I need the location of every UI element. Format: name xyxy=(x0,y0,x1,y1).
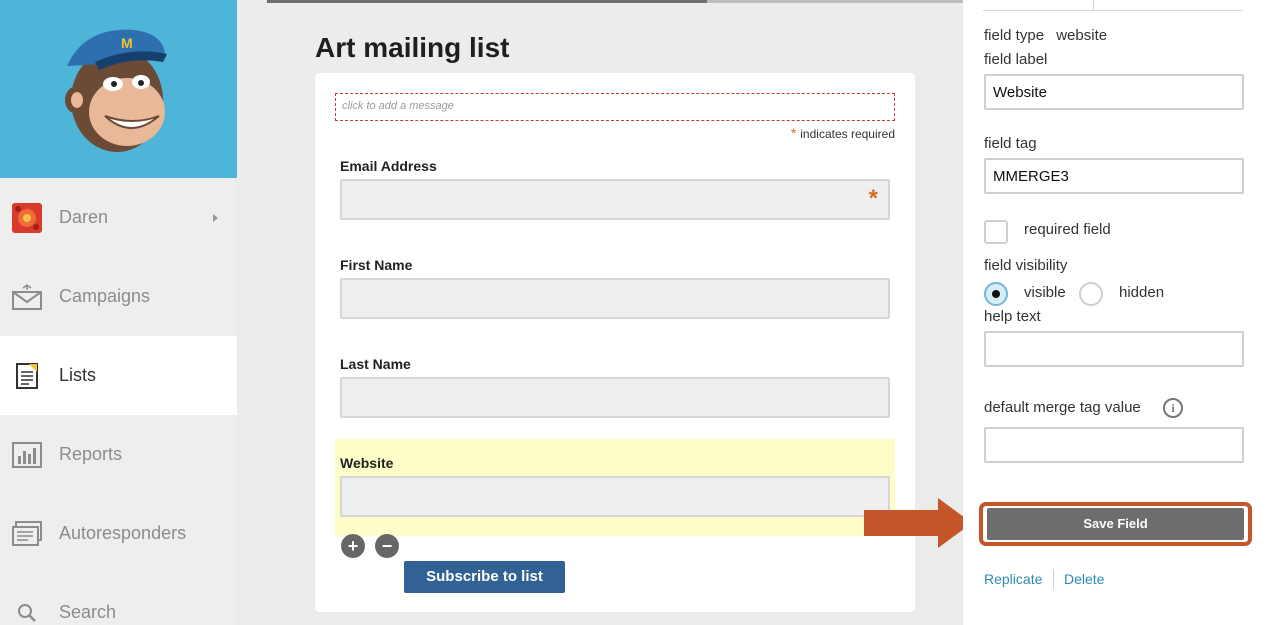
save-field-button[interactable]: Save Field xyxy=(987,508,1244,540)
sidebar-item-campaigns[interactable]: Campaigns xyxy=(0,257,237,336)
sidebar-item-autoresponders[interactable]: Autoresponders xyxy=(0,494,237,573)
sidebar-item-label: Reports xyxy=(59,444,123,464)
visible-label: visible xyxy=(1024,284,1066,301)
hidden-radio[interactable] xyxy=(1079,282,1103,306)
last-name-input[interactable] xyxy=(340,377,890,418)
required-field-label: required field xyxy=(1024,221,1111,238)
envelope-icon xyxy=(12,282,42,312)
form-field-website[interactable]: Website xyxy=(335,439,895,536)
field-label: First Name xyxy=(340,257,413,273)
field-label: Website xyxy=(340,455,394,471)
svg-text:M: M xyxy=(121,35,133,51)
website-input[interactable] xyxy=(340,476,890,517)
signup-form-preview: click to add a message * indicates requir… xyxy=(315,73,915,612)
message-placeholder[interactable]: click to add a message xyxy=(335,93,895,121)
sidebar-item-reports[interactable]: Reports xyxy=(0,415,237,494)
field-type-value: website xyxy=(1056,27,1108,44)
sidebar-item-label: Daren xyxy=(59,207,109,227)
email-input[interactable]: * xyxy=(340,179,890,220)
list-document-icon xyxy=(12,361,42,391)
replicate-link[interactable]: Replicate xyxy=(984,571,1042,587)
delete-link[interactable]: Delete xyxy=(1064,571,1104,587)
sidebar-item-label: Search xyxy=(59,602,117,622)
visible-radio[interactable] xyxy=(984,282,1008,306)
user-avatar xyxy=(12,202,42,233)
field-type-row: field type website xyxy=(984,27,1107,44)
field-tag-label: field tag xyxy=(984,135,1037,152)
info-icon[interactable]: i xyxy=(1163,398,1183,418)
search-icon xyxy=(12,598,42,625)
default-merge-input[interactable] xyxy=(984,427,1244,463)
chimp-mascot-icon: M xyxy=(65,29,167,152)
remove-field-button[interactable]: − xyxy=(375,534,399,558)
main-content: Art mailing list click to add a message … xyxy=(267,0,963,625)
hidden-label: hidden xyxy=(1119,284,1165,301)
sidebar-item-label: Autoresponders xyxy=(59,523,187,543)
required-note-text: indicates required xyxy=(800,127,895,141)
add-field-button[interactable]: + xyxy=(341,534,365,558)
required-note: * indicates required xyxy=(791,125,895,141)
form-field-email[interactable]: Email Address * xyxy=(335,151,895,231)
sidebar-item-search[interactable]: Search xyxy=(0,573,237,625)
panel-tab-edge xyxy=(1093,0,1193,11)
sidebar-item-label: Campaigns xyxy=(59,286,151,306)
page-title: Art mailing list xyxy=(315,32,510,63)
required-star: * xyxy=(790,125,797,141)
link-divider xyxy=(1053,569,1054,589)
mailchimp-logo[interactable]: M xyxy=(0,0,237,178)
field-label-label: field label xyxy=(984,51,1048,68)
sidebar-item-lists[interactable]: Lists xyxy=(0,336,237,415)
field-label-input[interactable]: Website xyxy=(984,74,1244,110)
form-field-last-name[interactable]: Last Name xyxy=(335,349,895,429)
default-merge-label: default merge tag value xyxy=(984,399,1141,416)
first-name-input[interactable] xyxy=(340,278,890,319)
field-visibility-label: field visibility xyxy=(984,257,1068,274)
field-type-label: field type xyxy=(984,27,1045,44)
form-field-first-name[interactable]: First Name xyxy=(335,250,895,330)
sidebar-item-label: Lists xyxy=(59,365,97,385)
field-tag-input[interactable]: MMERGE3 xyxy=(984,158,1244,194)
caret-right-icon[interactable] xyxy=(213,214,218,222)
autoresponder-icon xyxy=(12,519,42,549)
field-editor-panel: field type website field label Website f… xyxy=(963,0,1271,625)
subscribe-button[interactable]: Subscribe to list xyxy=(404,561,565,593)
field-label: Email Address xyxy=(340,158,437,174)
field-label: Last Name xyxy=(340,356,411,372)
help-text-input[interactable] xyxy=(984,331,1244,367)
arrow-annotation-icon xyxy=(864,498,972,548)
bar-chart-icon xyxy=(12,440,42,470)
required-star: * xyxy=(868,185,878,212)
top-divider-active xyxy=(267,0,707,3)
sidebar-item-account[interactable]: Daren xyxy=(0,178,237,257)
help-text-label: help text xyxy=(984,308,1041,325)
sidebar: M Daren Campaigns Lists Reports Autoresp… xyxy=(0,0,237,625)
required-field-checkbox[interactable] xyxy=(984,220,1008,244)
